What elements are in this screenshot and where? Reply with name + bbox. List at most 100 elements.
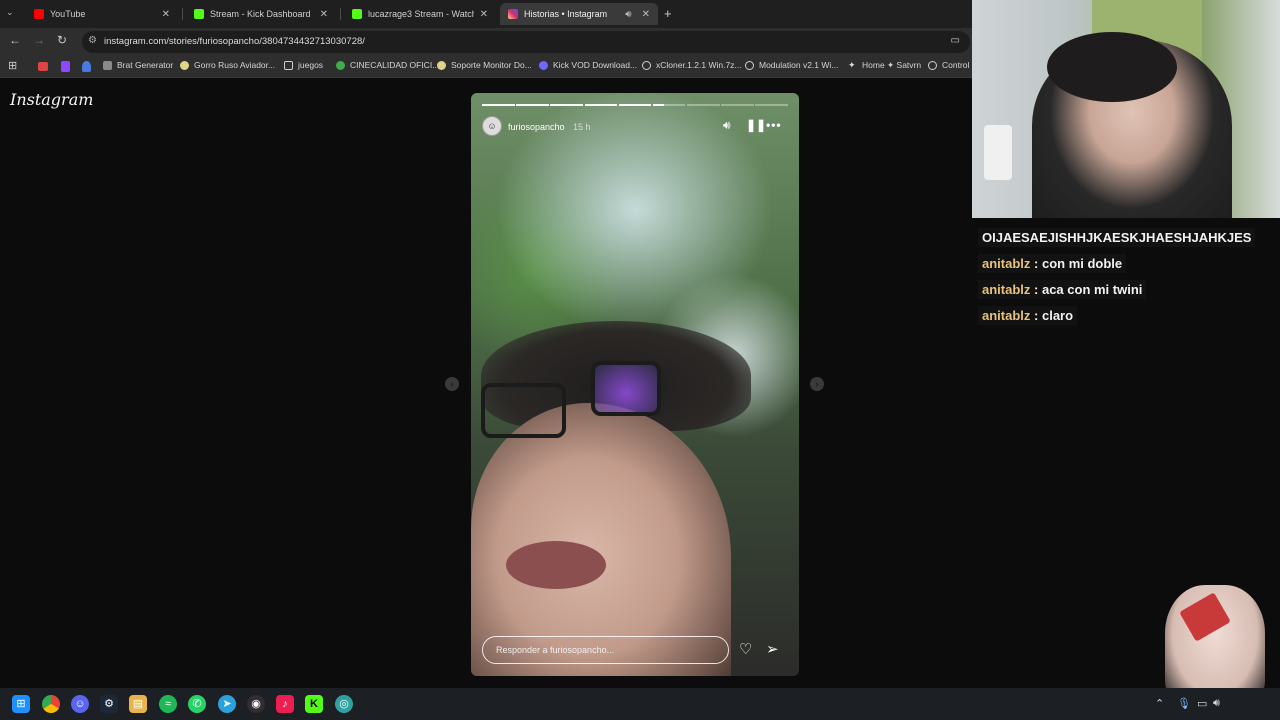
tab-label: Stream - Kick Dashboard (210, 9, 311, 19)
tab-kick-dashboard[interactable]: Stream - Kick Dashboard ✕ (186, 3, 336, 25)
obs-icon[interactable]: ◉ (247, 695, 265, 713)
reply-input[interactable]: Responder a furiosopancho... (482, 636, 729, 664)
page-icon (180, 60, 189, 70)
story-progress-segment (652, 104, 686, 106)
chat-text: OIJAESAEJISHHJKAESKJHAESHJAHKJES (982, 230, 1252, 245)
bookmark-label: Modulation v2.1 Wi... (759, 60, 839, 70)
browser-toolbar: ← → ↻ ⚙ instagram.com/stories/furiosopan… (0, 28, 972, 56)
globe-icon (745, 60, 754, 70)
previous-story-button[interactable]: ‹ (445, 377, 459, 391)
bookmark-modulation[interactable]: Modulation v2.1 Wi... (745, 60, 838, 70)
site-info-icon[interactable]: ⚙ (88, 35, 97, 46)
chat-username: anitablz (982, 282, 1031, 297)
windows-start-icon[interactable]: ⊞ (12, 695, 30, 713)
bookmark-kick-vod[interactable]: Kick VOD Download... (539, 60, 637, 70)
story-timestamp: 15 h (573, 122, 591, 132)
browser-icon[interactable]: ◎ (335, 695, 353, 713)
bookmark-label: Brat Generator (117, 60, 174, 70)
bookmark-cinecalidad[interactable]: CINECALIDAD OFICI... (336, 60, 439, 70)
close-icon[interactable]: ✕ (480, 9, 488, 20)
story-progress-segment (755, 104, 788, 106)
bookmark-control[interactable]: Control (928, 60, 969, 70)
close-icon[interactable]: ✕ (162, 9, 170, 20)
close-icon[interactable]: ✕ (320, 9, 328, 20)
bookmark-soporte[interactable]: Soporte Monitor Do... (437, 60, 532, 70)
control-icon (928, 60, 937, 70)
gmail-icon[interactable] (38, 62, 48, 71)
page-icon (103, 60, 112, 70)
avatar[interactable]: ☺ (482, 116, 502, 136)
folder-icon (284, 60, 293, 70)
bookmarks-bar: ⊞ Brat Generator Gorro Ruso Aviador... j… (0, 56, 972, 78)
apps-grid-icon[interactable]: ⊞ (8, 59, 17, 72)
youtube-icon (34, 9, 44, 19)
network-icon[interactable]: ▭ (1197, 697, 1207, 710)
reload-icon[interactable]: ↻ (57, 33, 67, 47)
chat-username: anitablz (982, 256, 1031, 271)
taskbar: ⊞ ☺ ⚙ ▤ ≈ ✆ ➤ ◉ ♪ K ◎ ⌃ 🎙︎ ▭ 🔊︎ (0, 688, 1280, 720)
chat-text: : claro (1034, 308, 1074, 323)
files-icon[interactable]: ▤ (129, 695, 147, 713)
bookmark-label: Gorro Ruso Aviador... (194, 60, 276, 70)
chat-message: OIJAESAEJISHHJKAESKJHAESHJAHKJES (978, 228, 1256, 247)
tab-instagram-stories[interactable]: Historias • Instagram 🔊︎ ✕ (500, 3, 658, 25)
speaker-icon[interactable]: 🔊︎ (625, 9, 631, 20)
kick-icon[interactable]: K (305, 695, 323, 713)
instagram-logo[interactable]: Instagram (10, 90, 93, 109)
forward-icon[interactable]: → (33, 33, 45, 47)
tab-strip: ⌄ YouTube ✕ Stream - Kick Dashboard ✕ lu… (0, 0, 972, 28)
bookmark-folder-juegos[interactable]: juegos (284, 60, 323, 70)
instagram-icon (508, 9, 518, 19)
bookmark-icon[interactable] (82, 61, 91, 72)
volume-icon[interactable]: 🔊︎ (723, 118, 731, 133)
cast-icon[interactable]: ▭ (951, 35, 960, 46)
chat-username: anitablz (982, 308, 1031, 323)
bookmark-label: Home ✦ Satvrn (862, 60, 922, 70)
back-icon[interactable]: ← (9, 33, 21, 47)
steam-icon[interactable]: ⚙ (100, 695, 118, 713)
bookmark-label: Kick VOD Download... (553, 60, 638, 70)
tiktok-icon[interactable]: ♪ (276, 695, 294, 713)
twitch-icon[interactable] (61, 61, 70, 72)
address-bar[interactable]: ⚙ instagram.com/stories/furiosopancho/38… (82, 31, 970, 53)
pause-icon[interactable]: ❚❚ (746, 118, 766, 132)
chrome-icon[interactable] (42, 695, 60, 713)
chat-message: anitablz : con mi doble (978, 254, 1127, 273)
close-icon[interactable]: ✕ (642, 9, 650, 20)
tab-youtube[interactable]: YouTube ✕ (26, 3, 178, 25)
bookmark-xcloner[interactable]: xCloner.1.2.1 Win.7z... (642, 60, 742, 70)
whatsapp-icon[interactable]: ✆ (188, 695, 206, 713)
send-icon[interactable]: ➢ (766, 640, 779, 658)
bookmark-label: CINECALIDAD OFICI... (350, 60, 440, 70)
story-viewer[interactable]: ☺ furiosopancho 15 h 🔊︎ ❚❚ ••• Responder… (471, 93, 799, 676)
globe-icon (642, 60, 651, 70)
page-icon (539, 60, 548, 70)
kick-icon (194, 9, 204, 19)
telegram-icon[interactable]: ➤ (218, 695, 236, 713)
story-progress-segment (687, 104, 720, 106)
tab-label: lucazrage3 Stream - Watch Live (368, 9, 474, 19)
story-progress-segment (721, 104, 754, 106)
microphone-icon[interactable]: 🎙︎ (1177, 697, 1191, 710)
tab-search-button[interactable]: ⌄ (6, 7, 14, 18)
discord-icon[interactable]: ☺ (71, 695, 89, 713)
story-progress-segment (516, 104, 549, 106)
streamer-hair (1047, 32, 1177, 102)
story-progress-segment (584, 104, 618, 106)
story-image-glasses (481, 383, 566, 438)
chat-message: anitablz : claro (978, 306, 1078, 325)
bookmark-satvrn[interactable]: ✦ Home ✦ Satvrn (848, 60, 921, 71)
volume-icon[interactable]: 🔊︎ (1213, 697, 1220, 710)
new-tab-button[interactable]: + (664, 6, 672, 21)
spotify-icon[interactable]: ≈ (159, 695, 177, 713)
story-image-glasses (591, 361, 661, 416)
bookmark-gorro[interactable]: Gorro Ruso Aviador... (180, 60, 275, 70)
tab-kick-stream[interactable]: lucazrage3 Stream - Watch Live ✕ (344, 3, 496, 25)
bookmark-brat-generator[interactable]: Brat Generator (103, 60, 173, 70)
next-story-button[interactable]: › (810, 377, 824, 391)
heart-icon[interactable]: ♡ (739, 640, 752, 658)
story-username[interactable]: furiosopancho (508, 122, 565, 132)
chat-message: anitablz : aca con mi twini (978, 280, 1147, 299)
more-options-icon[interactable]: ••• (766, 118, 782, 132)
chevron-up-icon[interactable]: ⌃ (1155, 697, 1164, 710)
